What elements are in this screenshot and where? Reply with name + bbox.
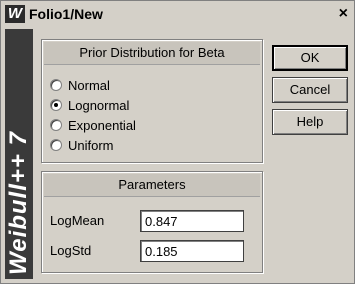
logstd-input[interactable] <box>140 240 244 262</box>
radio-button-exponential[interactable] <box>50 119 62 131</box>
radio-lognormal[interactable]: Lognormal <box>50 96 129 114</box>
radio-label-exponential: Exponential <box>68 117 136 133</box>
ok-button[interactable]: OK <box>272 45 348 71</box>
brand-banner: Weibull++ 7 <box>5 29 33 279</box>
radio-exponential[interactable]: Exponential <box>50 116 136 134</box>
radio-label-uniform: Uniform <box>68 137 114 153</box>
radio-uniform[interactable]: Uniform <box>50 136 114 154</box>
parameters-group: Parameters LogMean LogStd <box>41 171 263 273</box>
radio-label-normal: Normal <box>68 77 110 93</box>
radio-label-lognormal: Lognormal <box>68 97 130 113</box>
brand-text: Weibull++ 7 <box>5 131 32 275</box>
parameters-title: Parameters <box>44 174 260 197</box>
weibull-app-icon: W <box>5 5 25 23</box>
title-bar: W Folio1/New × <box>1 1 354 27</box>
help-button[interactable]: Help <box>272 109 348 135</box>
window-title: Folio1/New <box>29 6 103 22</box>
radio-button-lognormal[interactable] <box>50 99 62 111</box>
radio-button-normal[interactable] <box>50 79 62 91</box>
radio-button-uniform[interactable] <box>50 139 62 151</box>
prior-distribution-group: Prior Distribution for Beta Normal Logno… <box>41 39 263 163</box>
close-icon[interactable]: × <box>339 5 348 23</box>
logmean-label: LogMean <box>50 213 105 228</box>
logstd-label: LogStd <box>50 243 92 258</box>
dialog-window: W Folio1/New × Weibull++ 7 Prior Distrib… <box>0 0 355 284</box>
logmean-input[interactable] <box>140 210 244 232</box>
radio-normal[interactable]: Normal <box>50 76 110 94</box>
prior-distribution-title: Prior Distribution for Beta <box>44 42 260 65</box>
cancel-button[interactable]: Cancel <box>272 77 348 103</box>
